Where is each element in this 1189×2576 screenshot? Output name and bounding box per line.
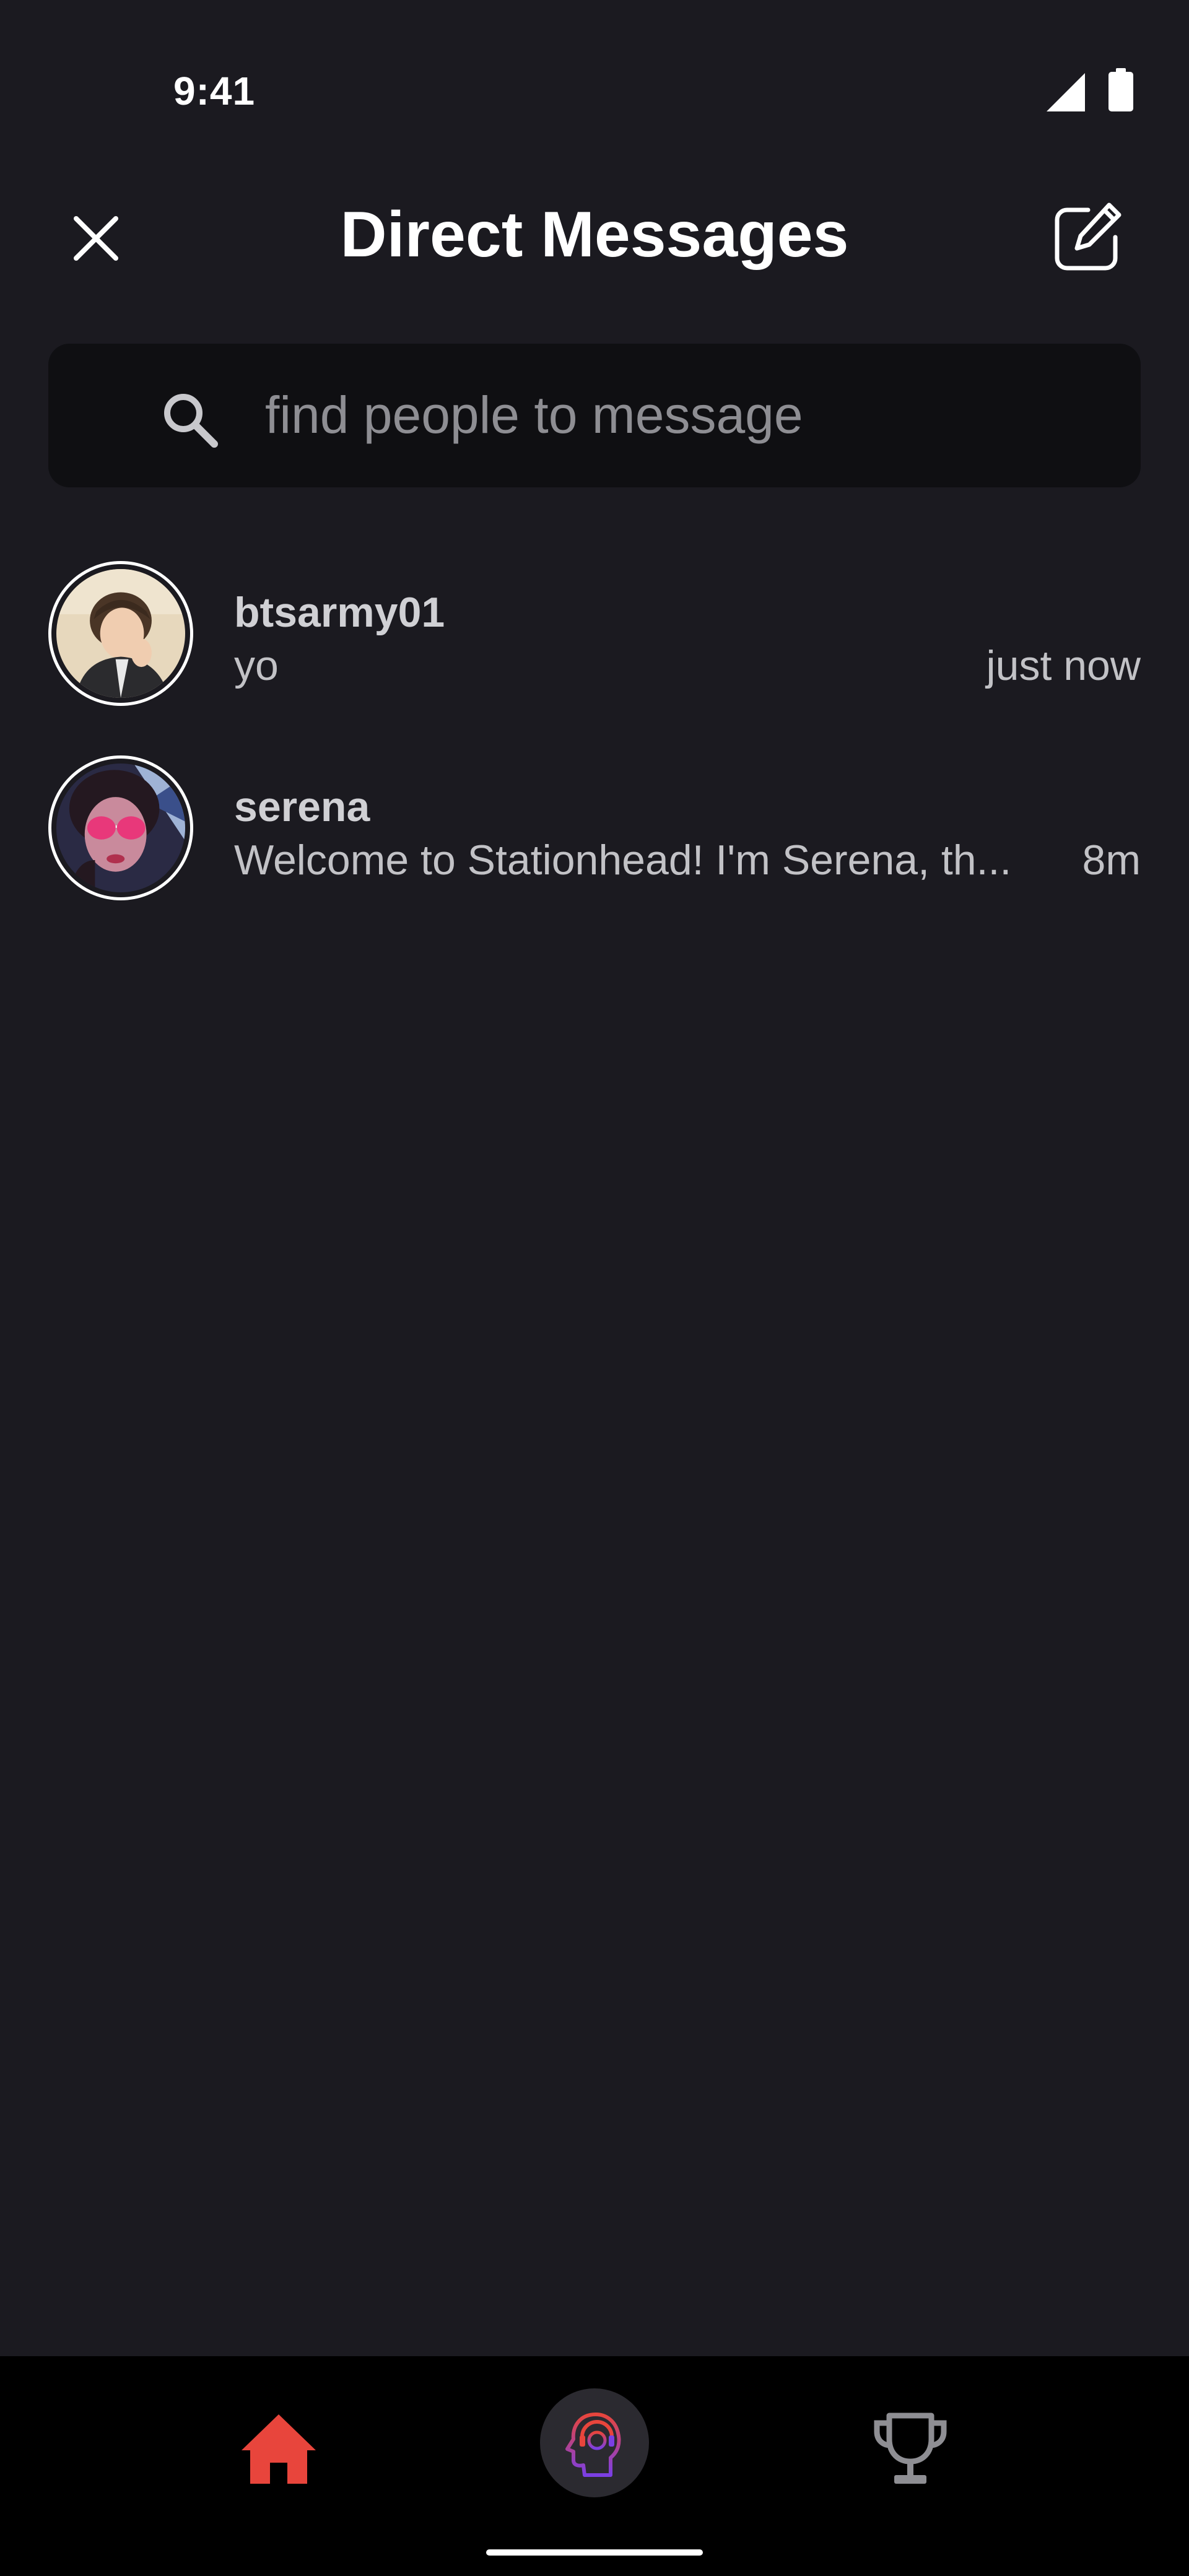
conversation-list: btsarmy01 yo just now serena Welcome to …: [0, 551, 1189, 940]
avatar[interactable]: [48, 755, 193, 900]
signal-icon: [1047, 73, 1085, 111]
search-input[interactable]: [265, 375, 1120, 455]
direct-messages-screen: 9:41 Direct Messages find people to mess…: [0, 0, 1189, 2576]
header: Direct Messages: [0, 173, 1189, 297]
conversation-preview: Welcome to Stationhead! I'm Serena, th..…: [234, 837, 1012, 884]
conversation-preview: yo: [234, 642, 279, 689]
page-title: Direct Messages: [340, 199, 849, 271]
conversation-item-btsarmy01[interactable]: btsarmy01 yo just now: [0, 551, 1189, 746]
conversation-time: 8m: [1082, 837, 1141, 884]
conversation-item-serena[interactable]: serena Welcome to Stationhead! I'm Seren…: [0, 746, 1189, 940]
conversation-time: just now: [986, 642, 1141, 689]
compose-icon: [1055, 202, 1121, 271]
status-time: 9:41: [173, 69, 256, 113]
home-icon[interactable]: [235, 2406, 322, 2492]
bottom-nav: [0, 2356, 1189, 2576]
trophy-icon[interactable]: [867, 2406, 954, 2492]
battery-icon: [1108, 68, 1133, 111]
avatar-photo: [56, 569, 185, 698]
search-bar[interactable]: [48, 344, 1141, 487]
conversation-name: serena: [234, 783, 370, 830]
station-icon: [565, 2413, 621, 2477]
conversation-name: btsarmy01: [234, 589, 445, 636]
status-bar: 9:41: [0, 0, 1189, 124]
home-indicator: [486, 2549, 703, 2556]
station-button[interactable]: [540, 2388, 649, 2497]
avatar-photo: [56, 764, 185, 892]
search-icon: [164, 394, 218, 448]
compose-button[interactable]: [1047, 198, 1127, 279]
avatar[interactable]: [48, 561, 193, 706]
